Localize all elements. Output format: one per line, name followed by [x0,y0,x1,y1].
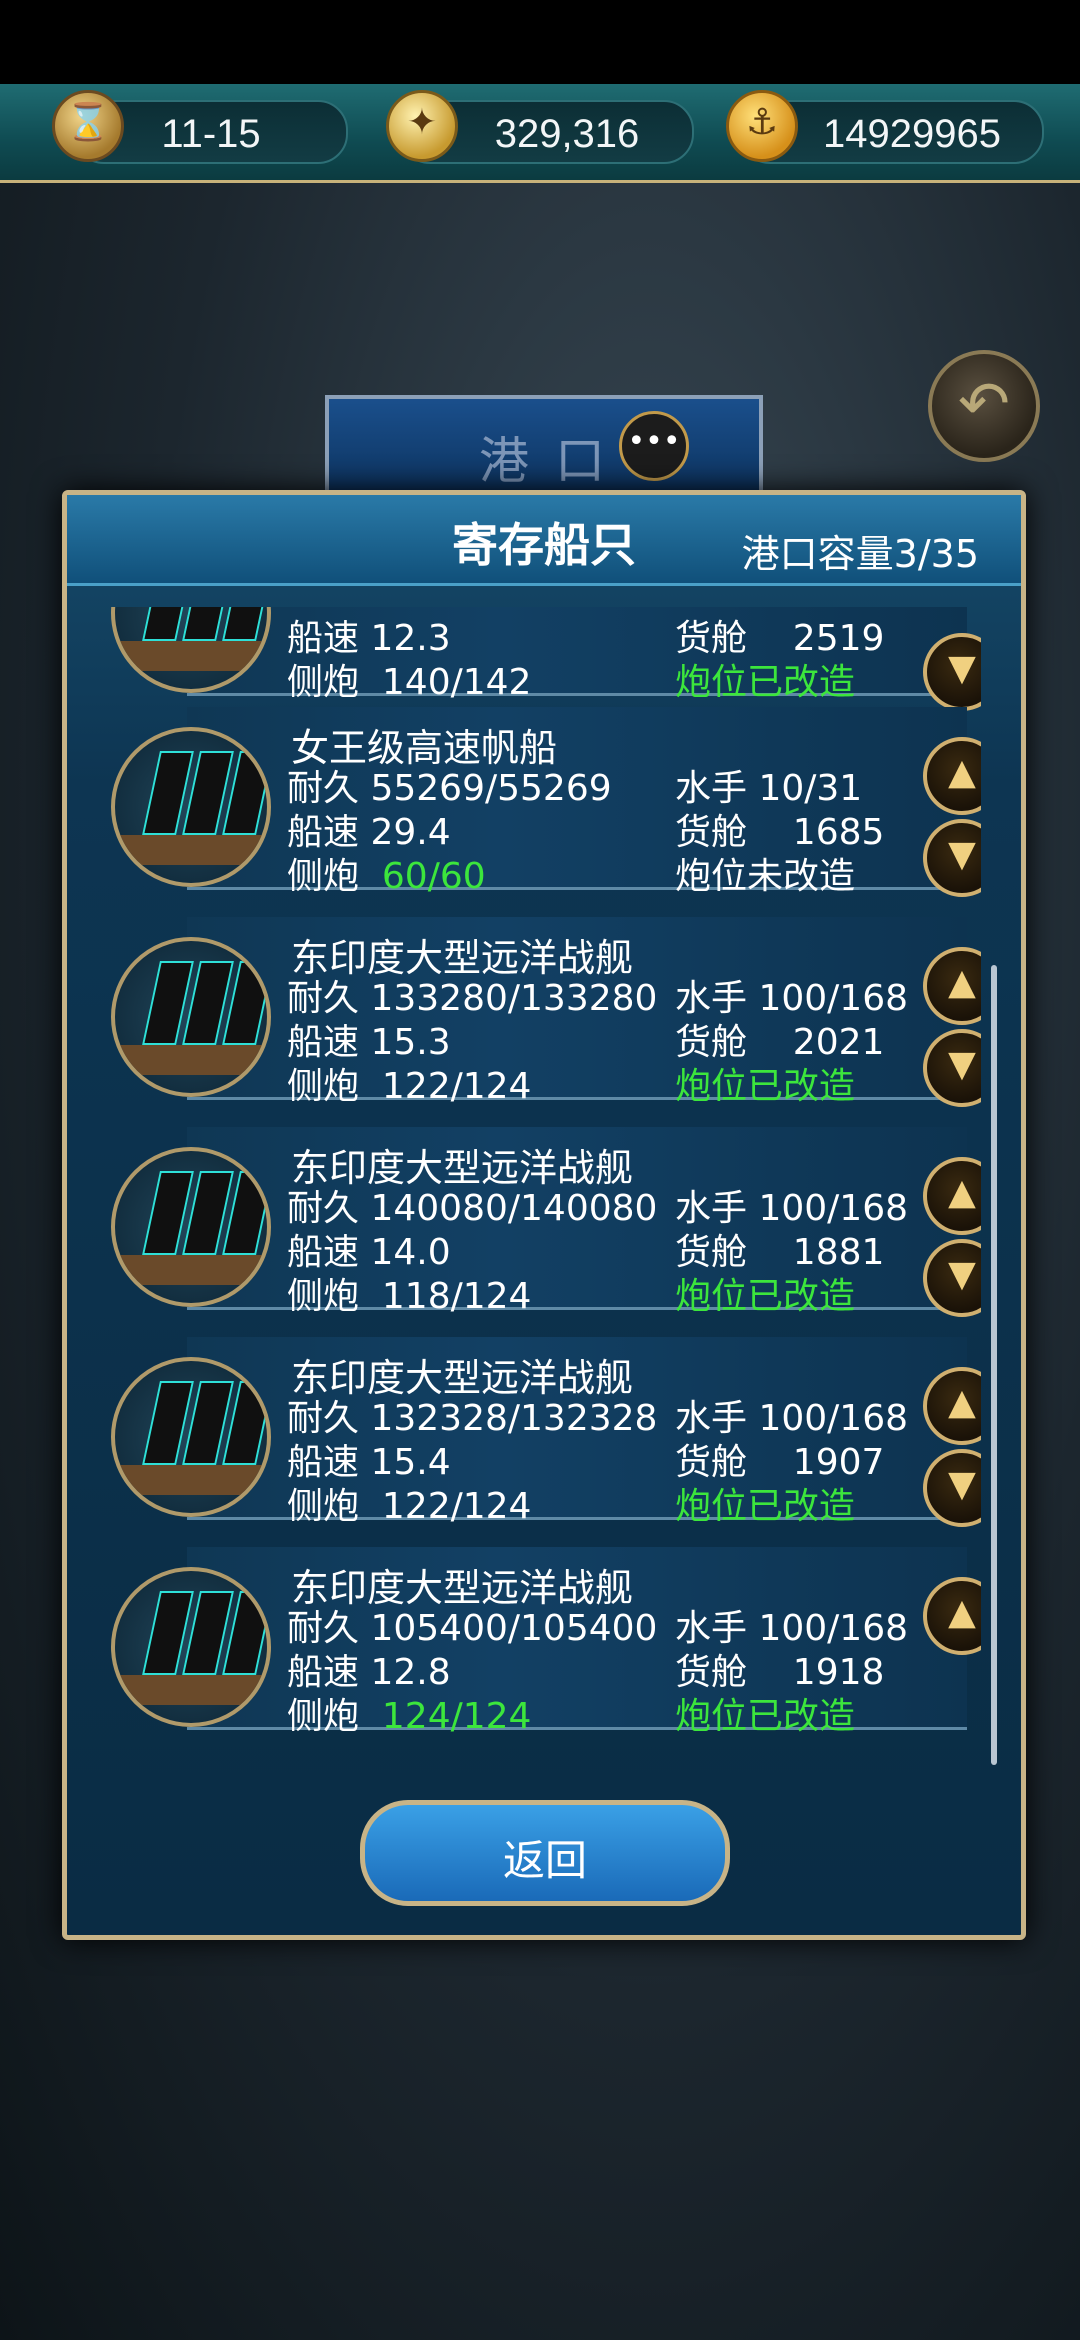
triangle-down-icon: ▼ [948,648,976,689]
cannons-value: 140/142 [381,662,532,703]
scrollbar[interactable] [991,965,997,1765]
ship-row[interactable]: 船速 12.3 侧炮 140/142 货舱 2519 炮位已改造 ▼ [91,607,981,711]
triangle-up-icon: ▲ [948,962,976,1003]
back-button[interactable]: ↶ [928,350,1040,462]
cannons-field: 侧炮 124/124 [287,1687,531,1739]
hull-icon [115,1045,267,1075]
move-down-button[interactable]: ▼ [923,1449,981,1527]
compass-icon: ✦ [386,90,458,162]
move-down-button[interactable]: ▼ [923,819,981,897]
chat-icon[interactable]: ••• [619,411,689,481]
cannons-label: 侧炮 [287,1696,360,1737]
triangle-up-icon: ▲ [948,1382,976,1423]
move-down-button[interactable]: ▼ [923,633,981,711]
cannons-label: 侧炮 [287,1486,360,1527]
hourglass-icon: ⌛ [52,90,124,162]
return-button[interactable]: 返回 [360,1800,730,1906]
cannon-mod-status: 炮位已改造 [675,1486,856,1527]
hull-icon [115,1465,267,1495]
hull-icon [115,1255,267,1285]
triangle-up-icon: ▲ [948,752,976,793]
ship-portrait [111,1567,271,1727]
move-down-button[interactable]: ▼ [923,1239,981,1317]
move-up-button[interactable]: ▲ [923,1367,981,1445]
cannons-value: 118/124 [381,1276,532,1317]
cannons-value: 122/124 [381,1486,532,1527]
cannons-label: 侧炮 [287,856,360,897]
cannons-field: 侧炮 60/60 [287,847,486,899]
coins-value: 329,316 [494,112,640,156]
cannons-field: 侧炮 118/124 [287,1267,531,1319]
return-button-label: 返回 [502,1836,587,1885]
port-tab-label: 港口 [479,432,631,490]
anchor-coin-icon: ⚓ [726,90,798,162]
ship-row[interactable]: 东印度大型远洋战舰 耐久 105400/105400 船速 12.8 侧炮 124/1… [91,1547,981,1739]
cannons-value: 124/124 [381,1696,532,1737]
stored-ships-panel: 寄存船只 港口容量3/35 船速 12.3 侧炮 140/142 货舱 2519 炮位… [62,490,1026,1940]
ship-portrait [111,937,271,1097]
back-arrow-icon: ↶ [958,367,1010,440]
ship-row[interactable]: 东印度大型远洋战舰 耐久 132328/132328 船速 15.4 侧炮 122/1… [91,1337,981,1529]
triangle-down-icon: ▼ [948,834,976,875]
triangle-down-icon: ▼ [948,1254,976,1295]
move-down-button[interactable]: ▼ [923,1029,981,1107]
ship-row[interactable]: 东印度大型远洋战舰 耐久 133280/133280 船速 15.3 侧炮 122/1… [91,917,981,1109]
cannons-label: 侧炮 [287,1276,360,1317]
triangle-down-icon: ▼ [948,1464,976,1505]
ship-portrait [111,727,271,887]
status-bar [0,0,1080,84]
triangle-down-icon: ▼ [948,1044,976,1085]
cannons-label: 侧炮 [287,662,360,703]
ship-portrait [111,1147,271,1307]
cannon-mod-status: 炮位已改造 [675,1696,856,1737]
hull-icon [115,641,267,671]
panel-header: 寄存船只 港口容量3/35 [67,495,1021,586]
capacity-value: 3/35 [893,532,979,576]
ship-row[interactable]: 女王级高速帆船 耐久 55269/55269 船速 29.4 侧炮 60/60 水手 1… [91,707,981,899]
cannon-mod-status: 炮位已改造 [675,1066,856,1107]
cannons-label: 侧炮 [287,1066,360,1107]
cannon-mod-status: 炮位已改造 [675,662,856,703]
capacity-label: 港口容量 [741,532,894,576]
ship-row[interactable]: 东印度大型远洋战舰 耐久 140080/140080 船速 14.0 侧炮 118/1… [91,1127,981,1319]
move-up-button[interactable]: ▲ [923,1157,981,1235]
cannon-mod-status: 炮位已改造 [675,1276,856,1317]
triangle-up-icon: ▲ [948,1592,976,1633]
cannons-field: 侧炮 122/124 [287,1057,531,1109]
ship-list[interactable]: 船速 12.3 侧炮 140/142 货舱 2519 炮位已改造 ▼ 女王级高速帆船 耐久 … [91,607,981,1767]
cannons-value: 122/124 [381,1066,532,1107]
cannons-field: 侧炮 140/142 [287,653,531,705]
gold-value: 14929965 [823,112,1001,156]
port-capacity: 港口容量3/35 [742,523,979,578]
cannon-mod-status: 炮位未改造 [675,856,856,897]
move-up-button[interactable]: ▲ [923,947,981,1025]
resource-bar: 11-15 ⌛ 329,316 ✦ 14929965 ⚓ [0,84,1080,183]
move-up-button[interactable]: ▲ [923,1577,981,1655]
hull-icon [115,835,267,865]
cannons-field: 侧炮 122/124 [287,1477,531,1529]
move-up-button[interactable]: ▲ [923,737,981,815]
ship-portrait [111,1357,271,1517]
triangle-up-icon: ▲ [948,1172,976,1213]
hull-icon [115,1675,267,1705]
sail-icon [222,607,267,641]
cannons-value: 60/60 [381,856,486,897]
